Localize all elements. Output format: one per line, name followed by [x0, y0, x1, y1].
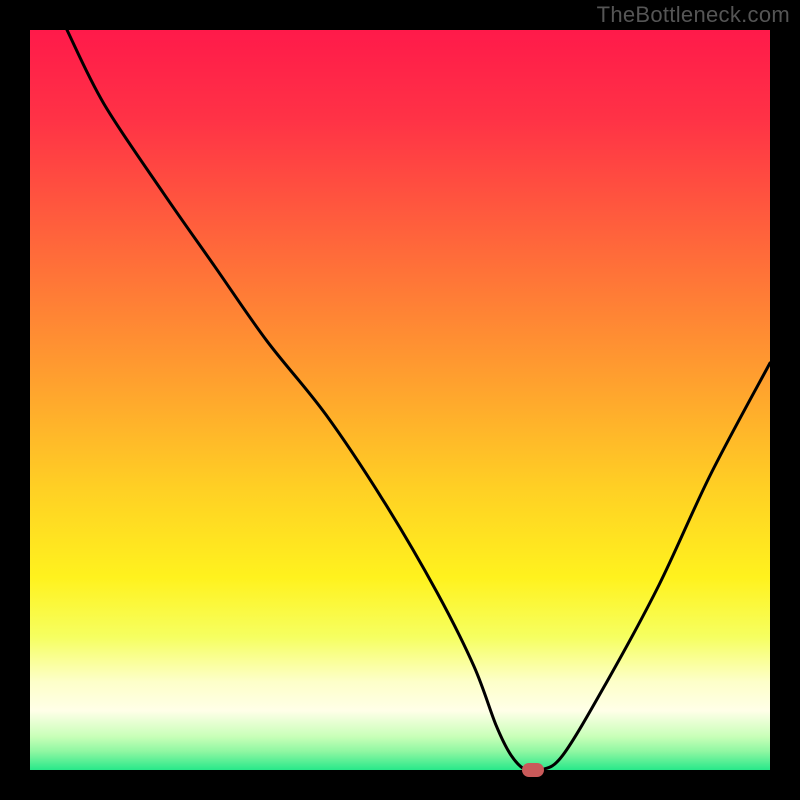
plot-area: [30, 30, 770, 770]
curve-layer: [30, 30, 770, 770]
optimal-point-marker: [522, 763, 544, 777]
watermark-text: TheBottleneck.com: [597, 2, 790, 28]
chart-frame: TheBottleneck.com: [0, 0, 800, 800]
bottleneck-curve: [67, 30, 770, 772]
